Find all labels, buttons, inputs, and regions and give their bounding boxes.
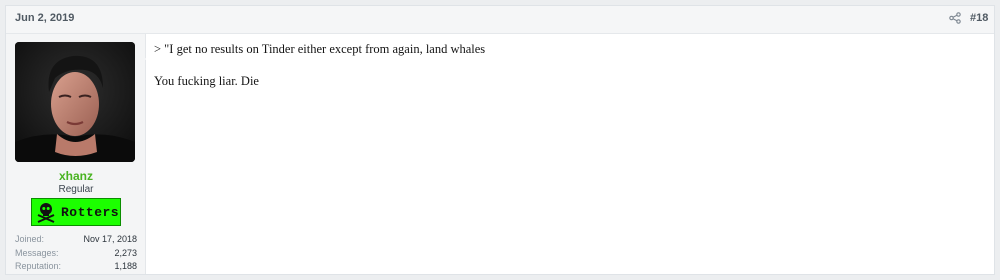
user-title: Regular [58, 184, 94, 195]
stat-messages: Messages: 2,273 [15, 248, 137, 261]
stat-reputation: Reputation: 1,188 [15, 261, 137, 274]
post-date[interactable]: Jun 2, 2019 [15, 12, 74, 24]
username[interactable]: xhanz [6, 169, 146, 183]
avatar[interactable] [15, 42, 135, 162]
stat-joined: Joined: Nov 17, 2018 [15, 234, 137, 247]
banner-label: Rotters [61, 205, 120, 220]
forum-post: Jun 2, 2019 #18 xhanz Regular Rotters Jo… [5, 5, 995, 275]
stat-value: 1,188 [114, 261, 137, 271]
stat-value: 2,273 [114, 248, 137, 258]
stat-label: Messages: [15, 248, 59, 258]
stat-label: Joined: [15, 234, 45, 244]
user-cell-arrow [145, 51, 153, 67]
stat-label: Reputation: [15, 261, 62, 271]
message-body: > "I get no results on Tinder either exc… [154, 42, 974, 89]
user-banner: Rotters [31, 198, 121, 226]
share-icon[interactable] [949, 12, 961, 24]
post-number[interactable]: #18 [970, 12, 988, 24]
stat-value: Nov 17, 2018 [83, 234, 137, 244]
user-info-panel: xhanz Regular Rotters Joined: Nov 17, 20… [6, 34, 146, 274]
quote-line: > "I get no results on Tinder either exc… [154, 42, 486, 56]
reply-line: You fucking liar. Die [154, 74, 259, 88]
post-header: Jun 2, 2019 #18 [6, 6, 994, 34]
skull-crossbones-icon [37, 203, 55, 223]
avatar-portrait [15, 42, 135, 162]
